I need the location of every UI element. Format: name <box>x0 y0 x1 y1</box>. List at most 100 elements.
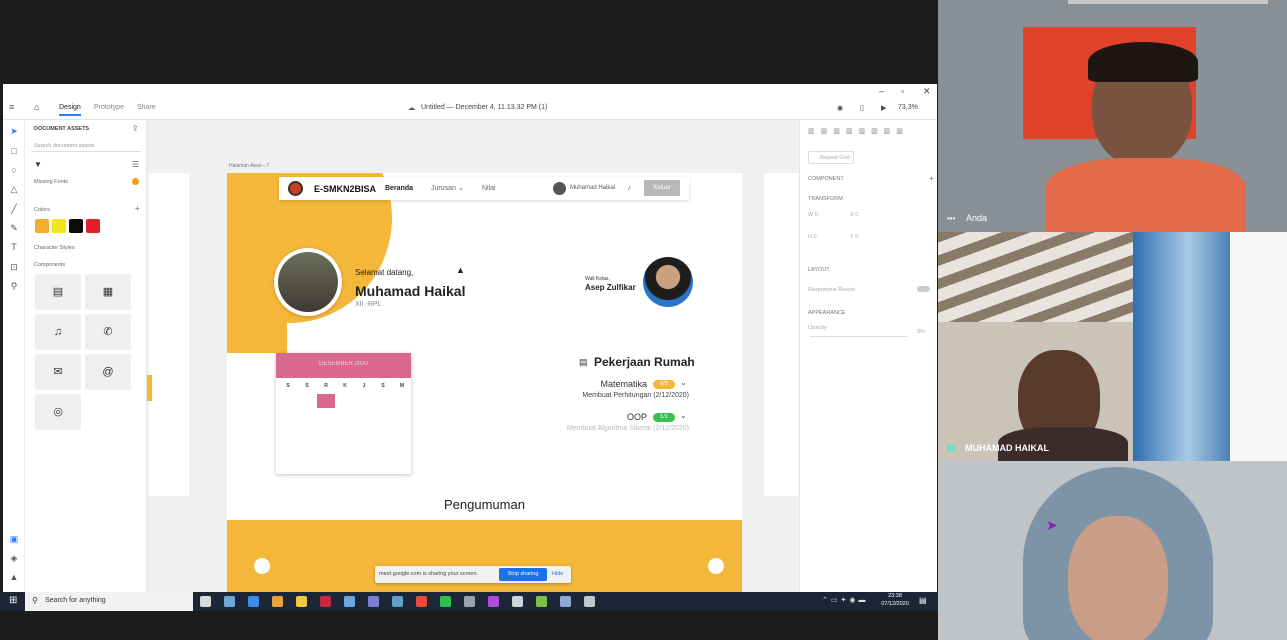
x-field[interactable]: X 0 <box>850 212 858 218</box>
line-tool-icon[interactable]: ╱ <box>9 204 19 214</box>
nav-beranda[interactable]: Beranda <box>385 185 413 192</box>
maximize-icon[interactable]: ▫ <box>901 86 904 96</box>
width-field[interactable]: W 0 <box>808 212 818 218</box>
calendar-day-cell[interactable] <box>336 458 354 472</box>
repeat-grid-button[interactable]: Repeat Grid <box>808 151 854 164</box>
calendar-day-cell[interactable] <box>336 394 354 408</box>
responsive-toggle[interactable] <box>917 286 930 292</box>
calendar-day-cell[interactable] <box>298 458 316 472</box>
taskbar-app-icon[interactable] <box>392 596 403 607</box>
calendar-day-cell[interactable] <box>317 458 335 472</box>
calendar-day-cell[interactable] <box>393 442 411 456</box>
calendar-day-cell[interactable] <box>374 426 392 440</box>
component-instagram-icon[interactable]: ◎ <box>35 394 81 430</box>
calendar-day-cell[interactable] <box>393 458 411 472</box>
user-icon[interactable]: ◉ <box>837 104 843 112</box>
taskbar-app-icon[interactable] <box>296 596 307 607</box>
opacity-slider[interactable] <box>810 336 908 337</box>
list-view-icon[interactable]: ☰ <box>132 160 139 169</box>
document-title[interactable]: Untitled — December 4, 11.13.32 PM (1) <box>421 104 547 111</box>
stop-sharing-button[interactable]: Stop sharing <box>499 568 547 581</box>
calendar-day-cell[interactable] <box>374 442 392 456</box>
taskbar-search-input[interactable]: ⚲ Search for anything <box>25 592 193 611</box>
color-swatch[interactable] <box>52 219 66 233</box>
artboard[interactable]: E-SMKN2BISA Beranda Jurusan ⌄ Nilai Muha… <box>227 173 742 592</box>
chevron-down-icon[interactable]: ⌄ <box>680 411 687 420</box>
design-canvas[interactable]: Halaman Awal – 7 E-SMKN2BISA Beranda Jur… <box>147 120 799 592</box>
taskbar-app-icon[interactable] <box>464 596 475 607</box>
side-artboard-right[interactable] <box>764 173 799 496</box>
nav-jurusan[interactable]: Jurusan <box>431 185 456 192</box>
carousel-prev[interactable] <box>254 558 270 574</box>
calendar-day-cell[interactable] <box>374 410 392 424</box>
colors-label[interactable]: Colors <box>34 207 50 213</box>
calendar-day-cell[interactable] <box>298 442 316 456</box>
nav-nilai[interactable]: Nilai <box>482 185 496 192</box>
taskbar-app-icon[interactable] <box>416 596 427 607</box>
clock-date[interactable]: 07/12/2020 <box>877 601 913 607</box>
calendar-day-cell[interactable] <box>279 442 297 456</box>
tab-design[interactable]: Design <box>59 104 81 116</box>
system-tray-icons[interactable]: ⌃▭✦◉▬ <box>822 596 868 604</box>
component-calendar-icon[interactable]: ▦ <box>85 274 131 310</box>
select-tool-icon[interactable]: ➤ <box>9 126 19 136</box>
calendar-day-cell[interactable] <box>336 410 354 424</box>
calendar-day-cell[interactable] <box>279 410 297 424</box>
clock-time[interactable]: 23:38 <box>880 593 910 599</box>
taskbar-app-icon[interactable] <box>440 596 451 607</box>
taskbar-app-icon[interactable] <box>512 596 523 607</box>
add-component-icon[interactable]: + <box>929 174 934 183</box>
align-tools[interactable]: ▥▥▥▥▥▥▥▥ <box>808 127 928 137</box>
component-note-icon[interactable]: ▤ <box>35 274 81 310</box>
play-icon[interactable]: ▶ <box>881 104 886 112</box>
taskbar-app-icon[interactable] <box>560 596 571 607</box>
artboard-tool-icon[interactable]: ⊡ <box>9 262 19 272</box>
participant-tile-3[interactable]: ➤ <box>938 461 1287 640</box>
calendar-day-cell[interactable] <box>279 458 297 472</box>
missing-fonts[interactable]: Missing Fonts <box>34 179 68 185</box>
component-bell-icon[interactable]: ♫ <box>35 314 81 350</box>
taskbar-app-icon[interactable] <box>200 596 211 607</box>
home-icon[interactable]: ⌂ <box>34 102 39 112</box>
character-styles-label[interactable]: Character Styles <box>34 245 75 251</box>
calendar-day-cell[interactable] <box>374 394 392 408</box>
calendar-day-cell[interactable] <box>393 410 411 424</box>
calendar-day-cell[interactable] <box>355 426 373 440</box>
homework-subject[interactable]: OOP <box>562 412 647 422</box>
carousel-next[interactable] <box>708 558 724 574</box>
tab-share[interactable]: Share <box>137 104 156 111</box>
calendar-day-cell[interactable] <box>298 394 316 408</box>
participant-tile-2[interactable]: ▮▮ MUHAMAD HAIKAL <box>938 232 1287 461</box>
zoom-level[interactable]: 73,3% <box>898 104 918 111</box>
calendar-day-cell[interactable] <box>336 426 354 440</box>
bell-icon[interactable]: ♪ <box>627 183 631 192</box>
calendar-day-cell[interactable] <box>317 410 335 424</box>
calendar-day-cell[interactable] <box>393 426 411 440</box>
layers-icon[interactable]: ◈ <box>9 553 19 563</box>
export-icon[interactable]: ⇪ <box>132 124 139 133</box>
logout-button[interactable]: Keluar <box>644 180 680 196</box>
taskbar-app-icon[interactable] <box>272 596 283 607</box>
calendar-day-cell[interactable] <box>355 458 373 472</box>
component-at-icon[interactable]: @ <box>85 354 131 390</box>
taskbar-app-icon[interactable] <box>224 596 235 607</box>
polygon-tool-icon[interactable]: △ <box>9 184 19 194</box>
components-label[interactable]: Components <box>34 262 65 268</box>
calendar-day-cell[interactable] <box>279 426 297 440</box>
taskbar-app-icon[interactable] <box>344 596 355 607</box>
brand-name[interactable]: E-SMKN2BISA <box>314 184 376 194</box>
taskbar-app-icon[interactable] <box>248 596 259 607</box>
close-icon[interactable]: ✕ <box>923 86 931 97</box>
chevron-down-icon[interactable]: ⌄ <box>680 378 687 387</box>
opacity-value[interactable]: 0% <box>917 329 925 335</box>
hamburger-icon[interactable]: ≡ <box>9 102 14 112</box>
ellipse-tool-icon[interactable]: ○ <box>9 165 19 175</box>
calendar-day-cell[interactable] <box>374 458 392 472</box>
text-tool-icon[interactable]: T <box>9 242 19 252</box>
taskbar-app-icon[interactable] <box>536 596 547 607</box>
filter-icon[interactable]: ▼ <box>34 160 42 169</box>
calendar-day-cell[interactable] <box>355 410 373 424</box>
assets-panel-icon[interactable]: ▣ <box>9 534 19 544</box>
height-field[interactable]: H 0 <box>808 234 817 240</box>
taskbar-app-icon[interactable] <box>488 596 499 607</box>
